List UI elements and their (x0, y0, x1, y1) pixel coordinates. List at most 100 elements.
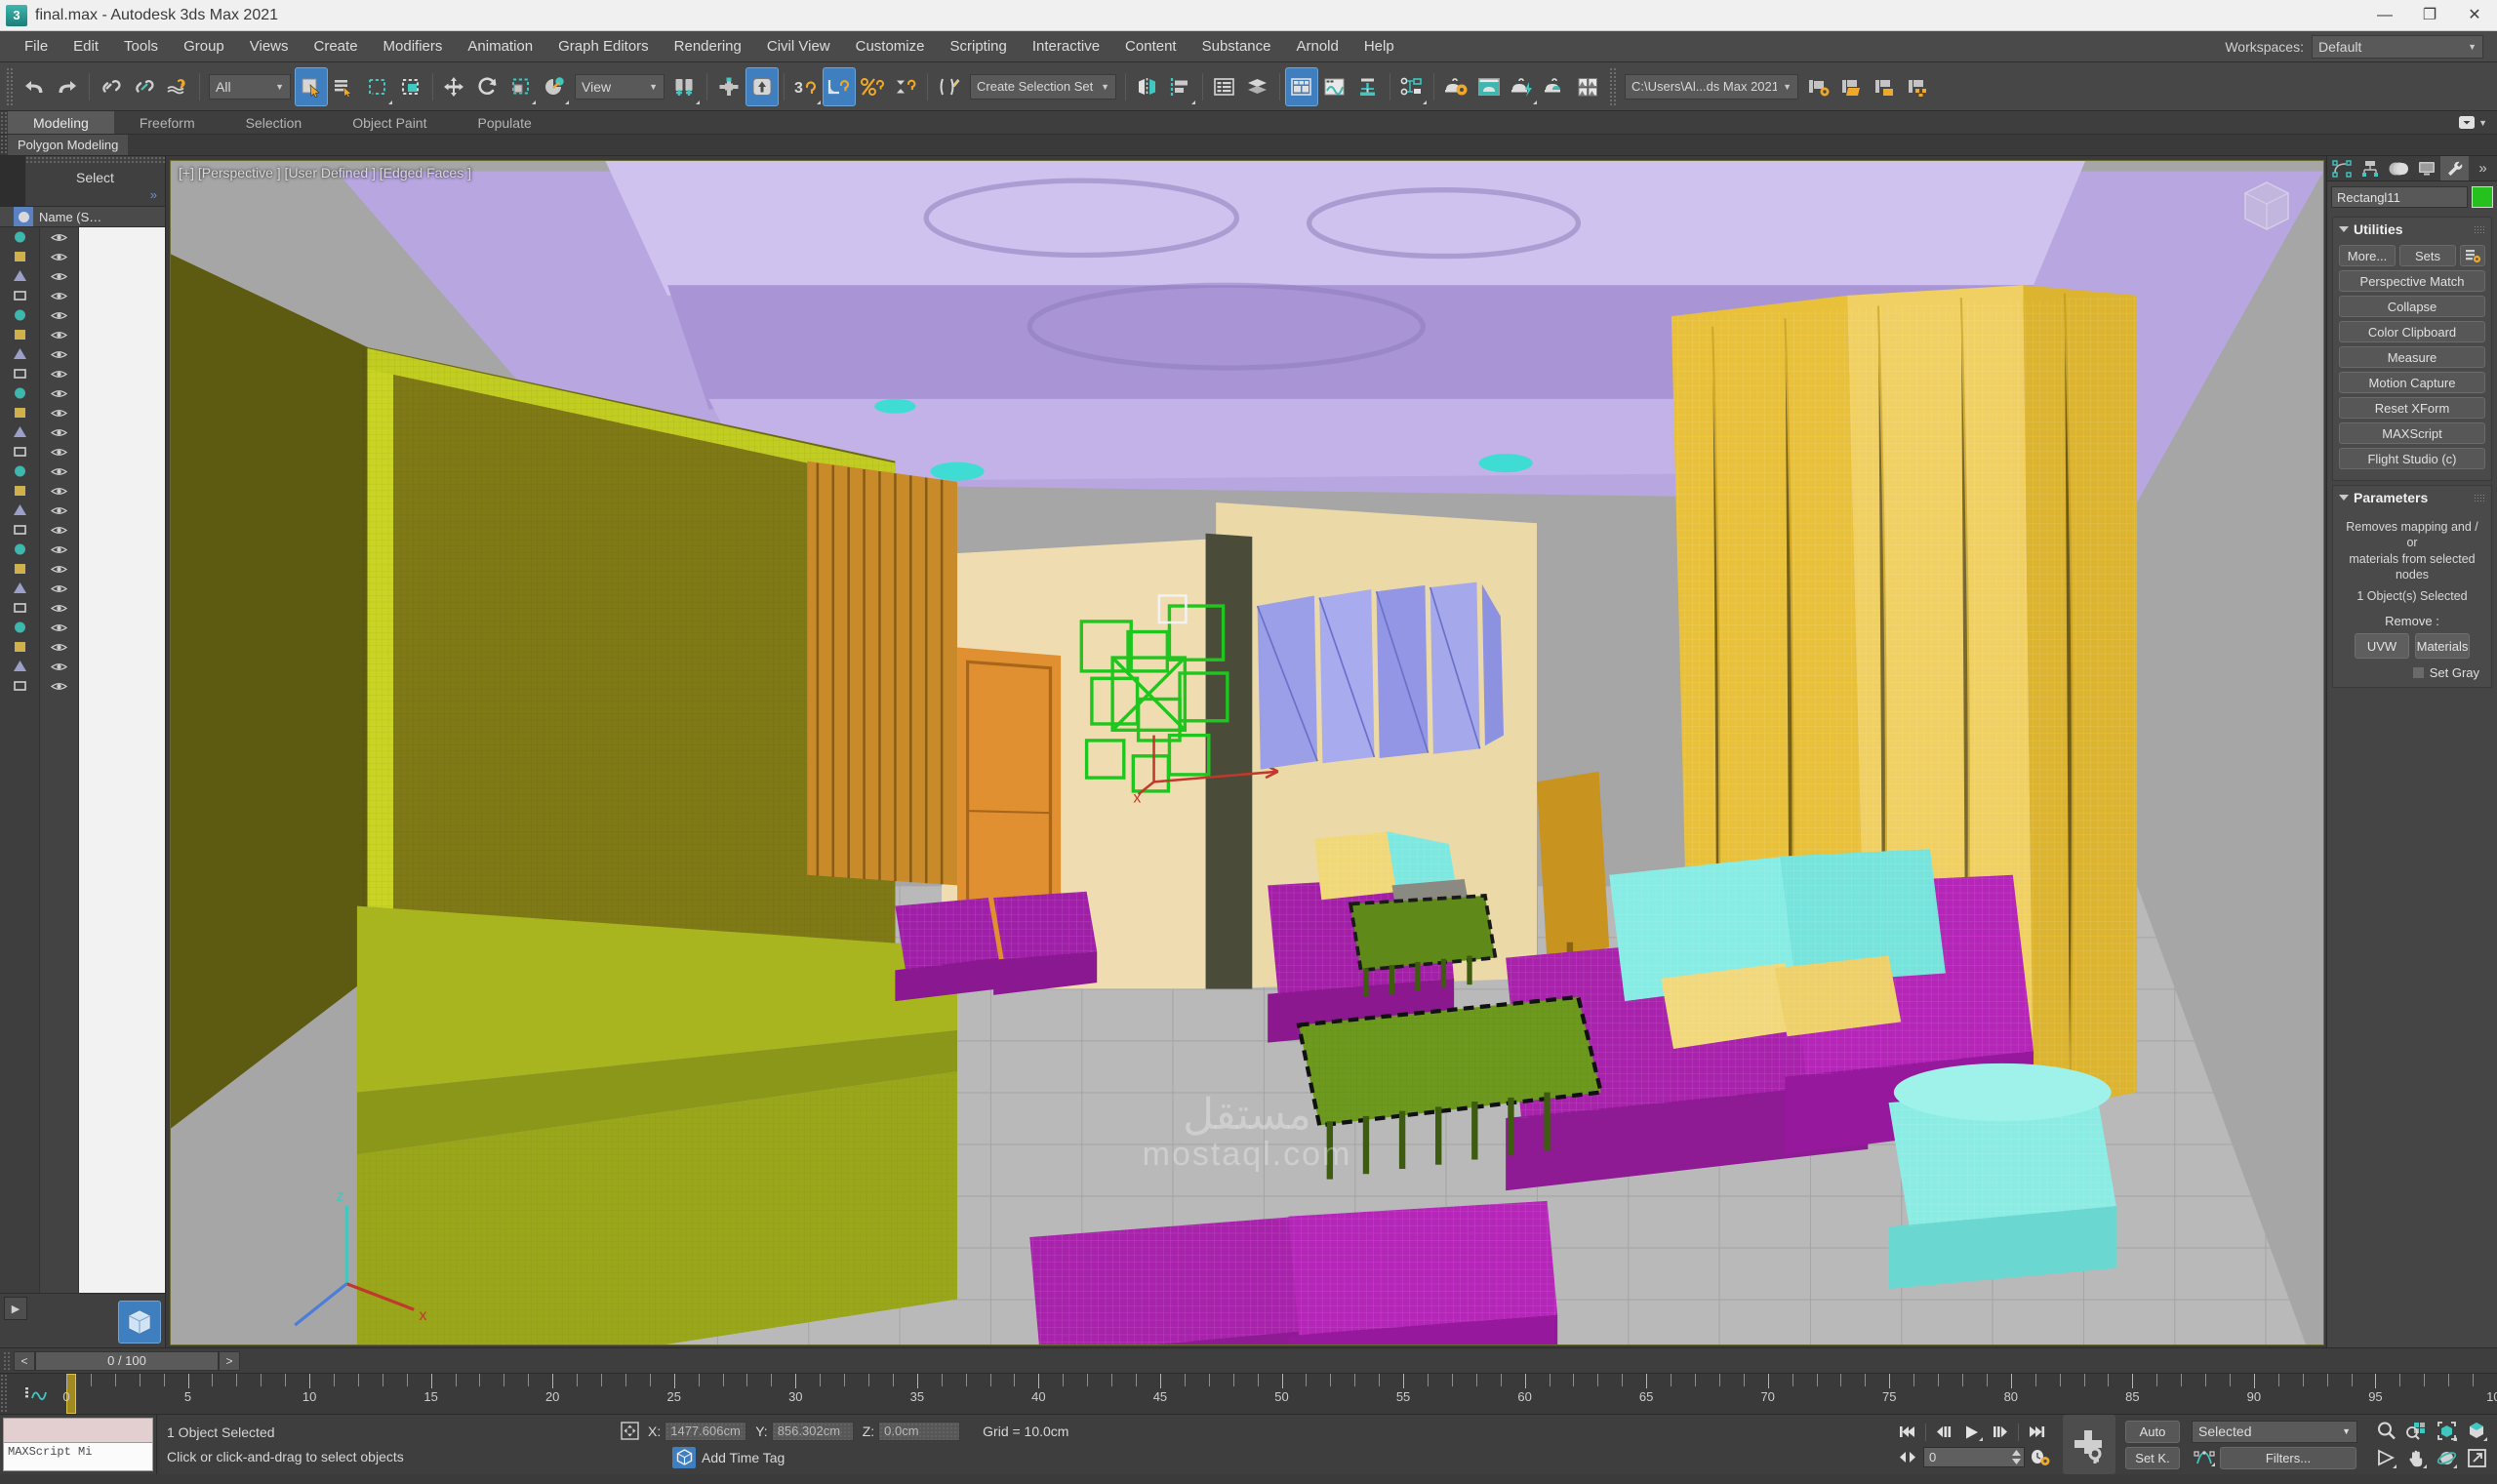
visibility-eye-icon[interactable] (40, 247, 78, 266)
object-color-swatch[interactable] (2472, 186, 2493, 208)
visibility-eye-icon[interactable] (40, 266, 78, 286)
project-structure-button[interactable] (1902, 67, 1935, 106)
z-input[interactable]: 0.0cm (878, 1421, 961, 1441)
maximize-viewport-icon[interactable] (2464, 1447, 2489, 1470)
visibility-eye-icon[interactable] (40, 540, 78, 559)
remove-uvw-button[interactable]: UVW (2355, 633, 2409, 660)
viewport-label[interactable]: [+] [Perspective ] [User Defined ] [Edge… (179, 165, 471, 180)
frame-spinner[interactable] (2012, 1450, 2021, 1464)
object-type-icon[interactable] (0, 676, 39, 696)
snap-toggle-3d-button[interactable]: 3 (789, 67, 823, 106)
curve-editor-button[interactable] (1318, 67, 1351, 106)
create-tab[interactable] (2327, 156, 2356, 180)
object-type-icon[interactable] (0, 227, 39, 247)
viewcube-icon[interactable] (2239, 179, 2294, 233)
object-type-icon[interactable] (0, 305, 39, 325)
toolbar-grip-2[interactable] (1609, 66, 1617, 106)
toggle-layer-explorer-button[interactable] (1241, 67, 1274, 106)
visibility-eye-icon[interactable] (40, 325, 78, 344)
time-configuration-button[interactable] (2028, 1447, 2053, 1468)
workspaces-dropdown[interactable]: Default ▼ (2312, 34, 2483, 59)
set-key-button[interactable]: Set K. (2125, 1446, 2180, 1469)
add-time-tag-label[interactable]: Add Time Tag (702, 1450, 785, 1465)
zoom-extents-icon[interactable] (2434, 1420, 2459, 1443)
z-coordinate[interactable]: Z: 0.0cm (863, 1421, 961, 1441)
undo-button[interactable] (18, 67, 51, 106)
auto-key-button[interactable]: Auto (2125, 1420, 2180, 1443)
visibility-eye-icon[interactable] (40, 442, 78, 461)
object-type-icon[interactable] (0, 598, 39, 618)
utility-maxscript[interactable]: MAXScript (2339, 422, 2485, 444)
named-selection-set-dropdown[interactable]: Create Selection Set ▼ (970, 73, 1116, 100)
select-and-place-button[interactable] (538, 67, 571, 106)
utility-reset-xform[interactable]: Reset XForm (2339, 397, 2485, 419)
mirror-button[interactable] (1131, 67, 1164, 106)
orbit-icon[interactable] (2434, 1447, 2459, 1470)
selection-filter-dropdown[interactable]: All ▼ (209, 73, 291, 100)
set-key-big-button[interactable] (2063, 1415, 2115, 1474)
visibility-eye-icon[interactable] (40, 481, 78, 501)
menu-item-help[interactable]: Help (1351, 33, 1407, 60)
utility-flight-studio-c[interactable]: Flight Studio (c) (2339, 448, 2485, 469)
menu-item-civil-view[interactable]: Civil View (754, 33, 843, 60)
visibility-eye-icon[interactable] (40, 559, 78, 579)
pan-hand-icon[interactable] (2403, 1447, 2429, 1470)
perspective-viewport[interactable]: [+] [Perspective ] [User Defined ] [Edge… (170, 160, 2324, 1345)
object-type-icon[interactable] (0, 266, 39, 286)
set-tangents-button[interactable] (2192, 1447, 2217, 1468)
zoom-region-icon[interactable] (2464, 1420, 2489, 1443)
set-gray-checkbox-row[interactable]: Set Gray (2339, 665, 2485, 680)
maxscript-input-pane[interactable]: MAXScript Mi (3, 1443, 153, 1471)
track-bar-grip[interactable] (0, 1374, 8, 1414)
time-tag-icon[interactable] (672, 1446, 696, 1468)
percent-snap-toggle-button[interactable] (856, 67, 889, 106)
menu-item-animation[interactable]: Animation (455, 33, 545, 60)
ribbon-tab-object-paint[interactable]: Object Paint (327, 111, 452, 134)
edit-named-selection-sets-button[interactable] (933, 67, 966, 106)
bind-to-space-warp-button[interactable] (161, 67, 194, 106)
ribbon-panel-grip[interactable] (0, 135, 8, 155)
scene-explorer-grip[interactable] (25, 156, 165, 164)
ribbon-minimize-button[interactable]: ▼ (2459, 111, 2497, 134)
visibility-eye-icon[interactable] (40, 344, 78, 364)
menu-item-arnold[interactable]: Arnold (1283, 33, 1350, 60)
next-frame-button[interactable]: > (219, 1350, 240, 1371)
ribbon-tab-modeling[interactable]: Modeling (8, 111, 114, 134)
menu-item-views[interactable]: Views (237, 33, 302, 60)
compact-material-editor-button[interactable] (1285, 66, 1318, 106)
use-transform-coordinate-center-button[interactable] (745, 66, 779, 106)
sort-order-icon[interactable] (14, 207, 33, 226)
object-type-icon[interactable] (0, 657, 39, 676)
more-button[interactable]: More... (2339, 245, 2396, 266)
object-type-icon[interactable] (0, 618, 39, 637)
visibility-eye-icon[interactable] (40, 579, 78, 598)
sets-button[interactable]: Sets (2399, 245, 2456, 266)
schematic-view-button[interactable] (1351, 67, 1385, 106)
menu-item-rendering[interactable]: Rendering (662, 33, 754, 60)
rectangular-selection-region-button[interactable] (361, 67, 394, 106)
window-crossing-toggle-button[interactable] (394, 67, 427, 106)
ribbon-tab-freeform[interactable]: Freeform (114, 111, 221, 134)
modify-tab[interactable] (2356, 156, 2384, 180)
x-coordinate[interactable]: X: 1477.606cm (648, 1421, 747, 1441)
play-animation-button[interactable] (1959, 1422, 1985, 1443)
visibility-eye-icon[interactable] (40, 676, 78, 696)
next-frame-button[interactable] (1988, 1422, 2013, 1443)
select-by-name-button[interactable] (328, 67, 361, 106)
visibility-eye-icon[interactable] (40, 305, 78, 325)
menu-item-customize[interactable]: Customize (843, 33, 938, 60)
viewcube-toggle-button[interactable] (118, 1301, 161, 1344)
utilities-tab[interactable] (2440, 156, 2469, 180)
field-of-view-icon[interactable] (2373, 1447, 2398, 1470)
select-and-link-button[interactable] (95, 67, 128, 106)
select-and-scale-button[interactable] (504, 67, 538, 106)
y-input[interactable]: 856.302cm (771, 1421, 854, 1441)
track-bar[interactable]: 0 5 10 15 20 25 30 35 40 45 50 55 60 65 70 75 80 85 90 95 10… (0, 1373, 2497, 1414)
project-folder-dropdown[interactable]: C:\Users\Al...ds Max 2021 ▼ (1625, 73, 1798, 100)
close-button[interactable]: ✕ (2452, 0, 2497, 31)
maximize-button[interactable]: ❐ (2407, 0, 2452, 31)
visibility-eye-icon[interactable] (40, 618, 78, 637)
zoom-all-icon[interactable] (2403, 1420, 2429, 1443)
minimize-button[interactable]: — (2362, 0, 2407, 31)
visibility-eye-icon[interactable] (40, 657, 78, 676)
